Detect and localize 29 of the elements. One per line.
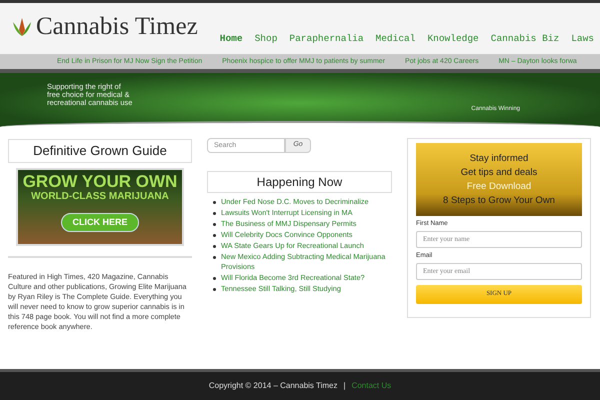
bullet-icon xyxy=(213,288,216,291)
bullet-icon xyxy=(213,201,216,204)
nav-link[interactable]: Shop xyxy=(254,32,278,46)
ad-headline: GROW YOUR OWN xyxy=(22,172,178,190)
site-logo[interactable]: Cannabis Timez xyxy=(36,14,198,39)
promo-text: Free Download xyxy=(466,180,532,193)
nav-link[interactable]: Home xyxy=(220,32,243,46)
nav-link[interactable]: Medical xyxy=(376,32,416,46)
widget-title: Happening Now xyxy=(207,171,392,193)
bullet-icon xyxy=(213,234,216,237)
promo-text: Get tips and deals xyxy=(460,166,538,179)
nav-link[interactable]: Paraphernalia xyxy=(289,32,364,46)
ad-subline: WORLD-CLASS MARIJUANA xyxy=(31,190,169,202)
ad-click-button[interactable]: CLICK HERE xyxy=(61,212,138,232)
nav-link[interactable]: Cannabis Biz xyxy=(490,32,560,46)
nav-link[interactable]: Knowledge xyxy=(427,32,479,46)
bullet-icon xyxy=(213,277,216,280)
promo-text: 8 Steps to Grow Your Own xyxy=(443,194,555,207)
promo-text: Stay informed xyxy=(470,152,528,165)
contact-link[interactable]: Contact Us xyxy=(352,380,392,392)
separator-text: | xyxy=(343,380,346,392)
bullet-icon xyxy=(213,223,216,226)
bullet-icon xyxy=(213,212,216,215)
nav-link[interactable]: Laws xyxy=(571,32,594,46)
widget-title: Definitive Grown Guide xyxy=(8,139,192,162)
bullet-icon xyxy=(213,256,216,259)
ad-banner[interactable]: GROW YOUR OWN WORLD-CLASS MARIJUANA CLICK HERE xyxy=(16,168,184,246)
copyright-text: Copyright © 2014 – Cannabis Timez xyxy=(208,380,338,392)
bullet-icon xyxy=(213,245,216,248)
